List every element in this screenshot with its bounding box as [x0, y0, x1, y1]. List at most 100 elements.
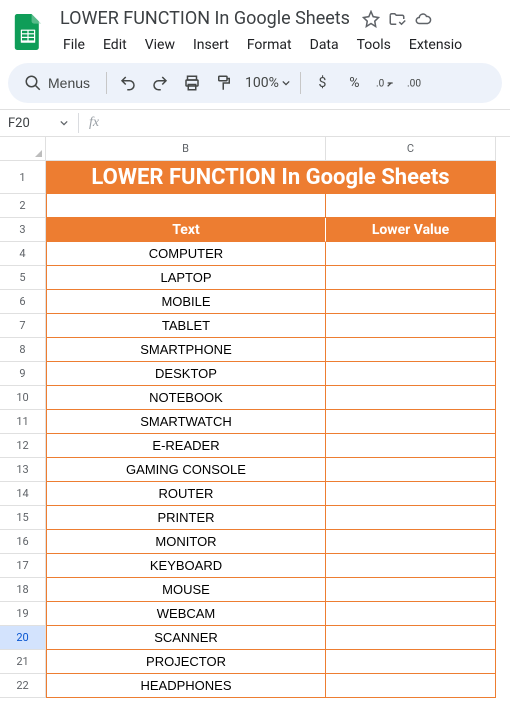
text-cell[interactable]: PRINTER — [46, 506, 326, 530]
search-menus-label: Menus — [48, 75, 90, 91]
row-header[interactable]: 19 — [0, 602, 46, 626]
row-header[interactable]: 10 — [0, 386, 46, 410]
text-cell[interactable]: TABLET — [46, 314, 326, 338]
value-cell[interactable] — [326, 650, 496, 674]
text-cell[interactable]: WEBCAM — [46, 602, 326, 626]
zoom-dropdown[interactable]: 100% — [241, 68, 294, 98]
text-cell[interactable]: ROUTER — [46, 482, 326, 506]
row-header[interactable]: 9 — [0, 362, 46, 386]
row-header[interactable]: 17 — [0, 554, 46, 578]
row-header[interactable]: 14 — [0, 482, 46, 506]
value-cell[interactable] — [326, 506, 496, 530]
row-header[interactable]: 8 — [0, 338, 46, 362]
value-cell[interactable] — [326, 410, 496, 434]
menu-edit[interactable]: Edit — [96, 33, 134, 57]
value-cell[interactable] — [326, 482, 496, 506]
row-header[interactable]: 11 — [0, 410, 46, 434]
text-cell[interactable]: MOBILE — [46, 290, 326, 314]
svg-text:.00: .00 — [407, 78, 421, 89]
increase-decimal-button[interactable]: .00 — [403, 68, 433, 98]
value-cell[interactable] — [326, 458, 496, 482]
value-cell[interactable] — [326, 386, 496, 410]
row-header[interactable]: 1 — [0, 161, 46, 194]
row-header[interactable]: 18 — [0, 578, 46, 602]
row-header[interactable]: 20 — [0, 626, 46, 650]
column-header-C[interactable]: C — [326, 137, 496, 161]
value-cell[interactable] — [326, 554, 496, 578]
name-box[interactable]: F20 — [0, 116, 60, 131]
print-button[interactable] — [177, 68, 207, 98]
value-cell[interactable] — [326, 362, 496, 386]
sheet-title-cell[interactable]: LOWER FUNCTION In Google Sheets — [46, 161, 496, 194]
column-header-B[interactable]: B — [46, 137, 326, 161]
value-cell[interactable] — [326, 290, 496, 314]
text-cell[interactable]: LAPTOP — [46, 266, 326, 290]
menu-file[interactable]: File — [56, 33, 92, 57]
text-cell[interactable]: SCANNER — [46, 626, 326, 650]
move-icon[interactable] — [388, 10, 406, 28]
row-header[interactable]: 5 — [0, 266, 46, 290]
menu-format[interactable]: Format — [240, 33, 299, 57]
header-text-cell[interactable]: Text — [46, 218, 326, 242]
menu-extensions[interactable]: Extensio — [402, 33, 469, 57]
toolbar: Menus 100% $ % .0 .00 — [8, 63, 502, 103]
cell[interactable] — [46, 194, 326, 218]
value-cell[interactable] — [326, 242, 496, 266]
separator — [78, 113, 79, 133]
row-header[interactable]: 4 — [0, 242, 46, 266]
percent-button[interactable]: % — [339, 68, 369, 98]
text-cell[interactable]: DESKTOP — [46, 362, 326, 386]
menu-view[interactable]: View — [138, 33, 182, 57]
text-cell[interactable]: PROJECTOR — [46, 650, 326, 674]
menu-tools[interactable]: Tools — [350, 33, 398, 57]
row-header[interactable]: 15 — [0, 506, 46, 530]
text-cell[interactable]: MOUSE — [46, 578, 326, 602]
sheets-logo[interactable] — [8, 12, 48, 52]
document-title[interactable]: LOWER FUNCTION In Google Sheets — [56, 6, 354, 31]
value-cell[interactable] — [326, 578, 496, 602]
row-header[interactable]: 12 — [0, 434, 46, 458]
decrease-decimal-button[interactable]: .0 — [371, 68, 401, 98]
text-cell[interactable]: MONITOR — [46, 530, 326, 554]
menu-bar: File Edit View Insert Format Data Tools … — [56, 33, 502, 57]
value-cell[interactable] — [326, 434, 496, 458]
row-header[interactable]: 22 — [0, 674, 46, 698]
text-cell[interactable]: NOTEBOOK — [46, 386, 326, 410]
header-value-cell[interactable]: Lower Value — [326, 218, 496, 242]
redo-button[interactable] — [145, 68, 175, 98]
value-cell[interactable] — [326, 530, 496, 554]
text-cell[interactable]: SMARTWATCH — [46, 410, 326, 434]
paint-format-button[interactable] — [209, 68, 239, 98]
row-header[interactable]: 21 — [0, 650, 46, 674]
row-header[interactable]: 13 — [0, 458, 46, 482]
cloud-icon[interactable] — [414, 10, 432, 28]
row-header[interactable]: 3 — [0, 218, 46, 242]
currency-button[interactable]: $ — [307, 68, 337, 98]
row-header[interactable]: 7 — [0, 314, 46, 338]
undo-button[interactable] — [113, 68, 143, 98]
row-header[interactable]: 2 — [0, 194, 46, 218]
toolbar-separator — [300, 72, 301, 94]
value-cell[interactable] — [326, 626, 496, 650]
text-cell[interactable]: COMPUTER — [46, 242, 326, 266]
value-cell[interactable] — [326, 674, 496, 698]
text-cell[interactable]: HEADPHONES — [46, 674, 326, 698]
search-menus-button[interactable]: Menus — [14, 68, 100, 98]
text-cell[interactable]: E-READER — [46, 434, 326, 458]
value-cell[interactable] — [326, 338, 496, 362]
value-cell[interactable] — [326, 602, 496, 626]
text-cell[interactable]: KEYBOARD — [46, 554, 326, 578]
star-icon[interactable] — [362, 10, 380, 28]
text-cell[interactable]: GAMING CONSOLE — [46, 458, 326, 482]
row-header[interactable]: 16 — [0, 530, 46, 554]
value-cell[interactable] — [326, 314, 496, 338]
text-cell[interactable]: SMARTPHONE — [46, 338, 326, 362]
name-box-dropdown-icon[interactable] — [60, 116, 74, 131]
row-header[interactable]: 6 — [0, 290, 46, 314]
value-cell[interactable] — [326, 266, 496, 290]
cell[interactable] — [326, 194, 496, 218]
formula-bar[interactable] — [105, 110, 510, 136]
menu-data[interactable]: Data — [303, 33, 346, 57]
select-all-corner[interactable] — [0, 137, 46, 161]
menu-insert[interactable]: Insert — [186, 33, 236, 57]
